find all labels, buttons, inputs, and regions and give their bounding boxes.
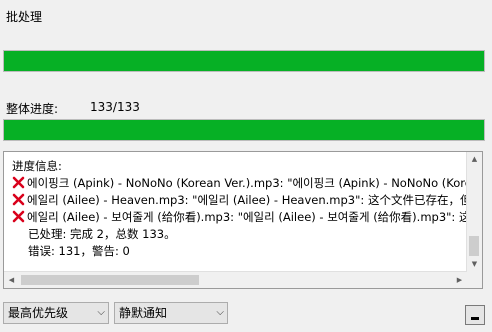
error-x-icon [12,176,25,189]
log-line-text: 에일리 (Ailee) - Heaven.mp3: "에일리 (Ailee) -… [27,193,466,207]
minimize-icon [471,317,479,320]
overall-progress-fill [4,120,484,140]
log-line: 에일리 (Ailee) - 보여줄게 (给你看).mp3: "에일리 (Aile… [12,209,466,226]
overall-progress-bar [3,119,485,141]
error-x-icon [12,210,25,223]
log-line-text: 에일리 (Ailee) - 보여줄게 (给你看).mp3: "에일리 (Aile… [27,210,466,224]
window-title: 批处理 [6,10,43,24]
log-content: 进度信息: 에이핑크 (Apink) - NoNoNo (Korean Ver.… [12,158,466,260]
log-horizontal-scroll-thumb[interactable] [21,275,199,285]
progress-log[interactable]: 进度信息: 에이핑크 (Apink) - NoNoNo (Korean Ver.… [3,151,483,289]
log-line: 에일리 (Ailee) - Heaven.mp3: "에일리 (Ailee) -… [12,192,466,209]
chevron-down-icon: ⌵ [97,307,105,318]
log-summary-processed: 已处理: 完成 2，总数 133。 [28,227,176,241]
log-line: 에이핑크 (Apink) - NoNoNo (Korean Ver.).mp3:… [12,175,466,192]
overall-progress-count: 133/133 [90,100,140,114]
log-horizontal-scrollbar[interactable]: ◀ ▶ [4,271,467,288]
log-header: 进度信息: [12,159,62,173]
scroll-up-arrow-icon[interactable]: ▲ [467,152,482,167]
scroll-right-arrow-icon[interactable]: ▶ [452,272,467,288]
notify-selected-value: 静默通知 [119,306,168,320]
log-summary-errors: 错误: 131，警告: 0 [28,244,130,258]
file-progress-fill [4,51,484,71]
minimize-button[interactable] [465,305,485,325]
error-x-icon [12,193,25,206]
log-line-text: 에이핑크 (Apink) - NoNoNo (Korean Ver.).mp3:… [27,176,466,190]
priority-selected-value: 最高优先级 [8,306,69,320]
notify-select[interactable]: 静默通知 ⌵ [114,302,228,324]
scroll-down-arrow-icon[interactable]: ▼ [467,257,482,272]
scrollbar-corner [467,272,482,288]
priority-select[interactable]: 最高优先级 ⌵ [3,302,109,324]
chevron-down-icon: ⌵ [216,307,224,318]
overall-progress-label: 整体进度: [6,102,59,116]
log-vertical-scroll-thumb[interactable] [469,236,479,256]
log-vertical-scrollbar[interactable]: ▲ ▼ [466,152,482,272]
file-progress-bar [3,50,485,72]
scroll-left-arrow-icon[interactable]: ◀ [4,272,19,288]
